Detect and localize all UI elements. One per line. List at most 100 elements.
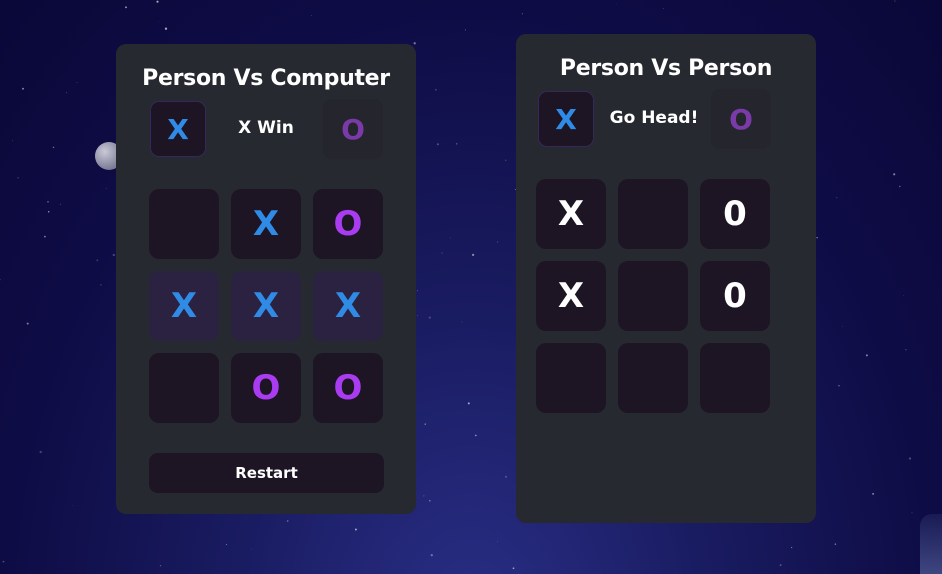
pvc-cell[interactable]: X — [313, 271, 383, 341]
restart-button[interactable]: Restart — [149, 453, 384, 493]
pvc-x-turn-indicator: X — [150, 101, 206, 157]
star — [0, 278, 1, 281]
pvc-title: Person Vs Computer — [142, 66, 390, 91]
pvp-x-turn-label: X — [555, 102, 577, 136]
star — [76, 82, 78, 84]
pvp-cell[interactable]: 0 — [700, 179, 770, 249]
star — [47, 201, 49, 203]
star — [430, 554, 433, 557]
star — [779, 564, 782, 567]
pvp-status-text: Go Head! — [609, 108, 699, 128]
star — [834, 543, 837, 545]
star — [428, 316, 431, 319]
star — [497, 241, 498, 243]
pvc-cell[interactable] — [149, 353, 219, 423]
star — [277, 572, 278, 574]
star — [911, 512, 913, 514]
star — [52, 146, 55, 149]
pvc-cell[interactable]: X — [149, 271, 219, 341]
star — [72, 505, 74, 507]
star — [472, 253, 475, 256]
star — [156, 0, 159, 3]
pvc-cell[interactable]: X — [231, 189, 301, 259]
pvc-o-turn-indicator: O — [323, 99, 383, 159]
star — [449, 237, 451, 239]
star — [158, 21, 160, 22]
star — [467, 402, 470, 405]
star — [836, 197, 838, 199]
star — [423, 495, 425, 497]
star — [250, 548, 252, 550]
star — [164, 27, 168, 30]
pvc-cell[interactable]: O — [231, 353, 301, 423]
star — [474, 434, 477, 437]
star — [100, 284, 102, 286]
star — [464, 29, 466, 31]
pvp-cell[interactable] — [536, 343, 606, 413]
star — [43, 235, 46, 238]
pvc-status-text: X Win — [238, 118, 294, 138]
star — [441, 252, 443, 254]
star — [354, 528, 357, 531]
star — [504, 475, 508, 478]
star — [112, 253, 115, 257]
star — [435, 89, 437, 91]
star — [512, 567, 515, 570]
pvp-cell[interactable] — [700, 343, 770, 413]
star — [413, 42, 416, 45]
star — [311, 15, 312, 17]
person-vs-person-panel: Person Vs Person X Go Head! O X 0 X 0 — [516, 34, 816, 523]
star — [505, 159, 507, 161]
pvp-game-board: X 0 X 0 — [536, 179, 770, 413]
star — [521, 13, 523, 15]
pvc-x-turn-label: X — [167, 112, 189, 146]
star — [2, 560, 5, 563]
star — [286, 520, 289, 522]
star — [125, 6, 127, 9]
star — [872, 492, 875, 495]
star — [26, 322, 29, 325]
pvp-title: Person Vs Person — [559, 56, 773, 81]
star — [456, 143, 458, 145]
star — [417, 315, 418, 316]
pvc-game-board: X O X X X O O — [149, 189, 383, 423]
star — [663, 7, 665, 9]
star — [903, 294, 905, 296]
star — [105, 187, 107, 189]
star — [838, 385, 840, 387]
pvp-x-turn-indicator: X — [538, 91, 594, 147]
star — [12, 140, 14, 142]
pvc-cell[interactable]: O — [313, 189, 383, 259]
star — [22, 87, 24, 90]
star — [39, 450, 42, 454]
pvp-cell[interactable]: X — [536, 261, 606, 331]
star — [461, 321, 463, 323]
pvp-o-turn-indicator: O — [711, 89, 771, 149]
pvp-cell[interactable] — [618, 261, 688, 331]
pvp-cell[interactable] — [618, 343, 688, 413]
pvp-cell[interactable]: X — [536, 179, 606, 249]
pvp-cell[interactable] — [618, 179, 688, 249]
star — [47, 211, 50, 213]
star — [905, 349, 907, 351]
star — [225, 544, 228, 546]
pvc-cell[interactable]: X — [231, 271, 301, 341]
star — [790, 546, 793, 549]
pvp-cell[interactable]: 0 — [700, 261, 770, 331]
star — [893, 173, 896, 176]
star — [616, 4, 617, 5]
star — [428, 499, 431, 502]
star — [159, 565, 162, 567]
rocket-decoration — [920, 514, 942, 574]
star — [908, 457, 912, 460]
star — [424, 423, 426, 425]
star — [497, 540, 498, 542]
pvc-cell[interactable]: O — [313, 353, 383, 423]
pvp-o-turn-label: O — [729, 102, 753, 136]
star — [894, 0, 896, 2]
star — [17, 176, 19, 179]
star — [865, 354, 868, 357]
pvc-cell[interactable] — [149, 189, 219, 259]
star — [841, 325, 843, 327]
star — [816, 237, 818, 239]
